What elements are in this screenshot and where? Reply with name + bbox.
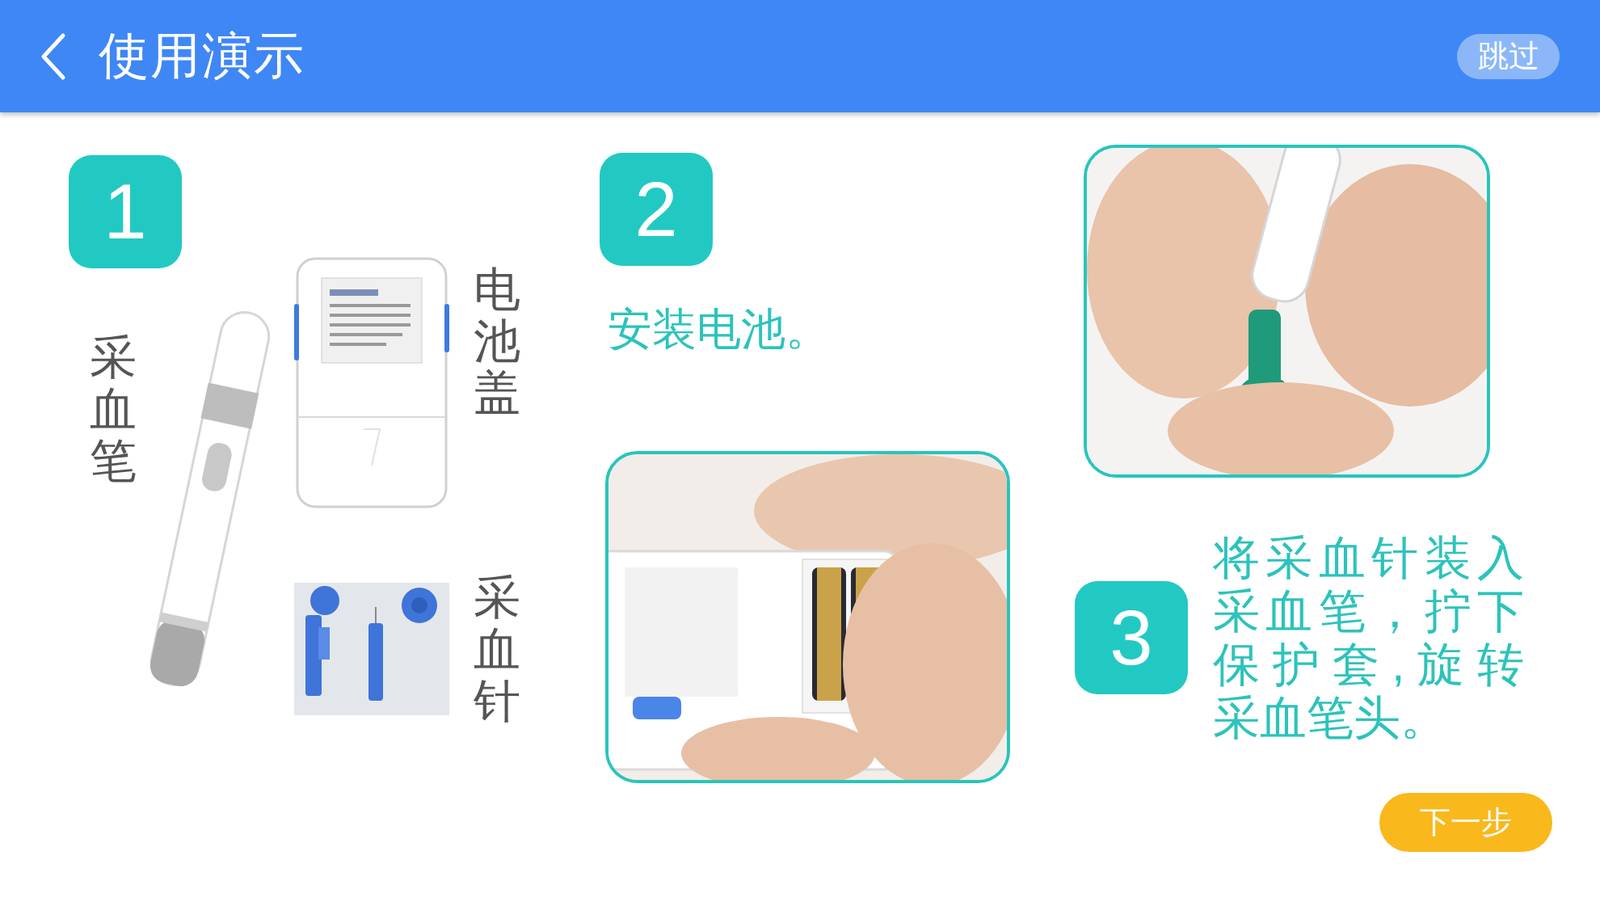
lancet-install-icon [1086,147,1487,475]
battery-photo [605,450,1011,784]
lancing-pen-icon [141,300,279,697]
step-badge: 2 [599,152,713,266]
skip-button[interactable]: 跳过 [1456,33,1560,80]
item-label: 电池盖 [473,263,521,418]
description-line: 采血笔头。 [1212,690,1525,745]
lancet-photo [1083,144,1491,478]
description-line: 采血笔，拧下 [1212,584,1525,638]
next-button[interactable]: 下一步 [1379,792,1553,852]
item-label: 采血针 [473,571,521,726]
battery-install-icon [608,454,1007,780]
description-line: 保护套,旋转 [1212,637,1525,691]
step-description: 安装电池。 [607,302,1011,356]
item-label: 采血笔 [89,331,137,486]
step-number: 3 [1109,598,1153,677]
step-description: 将采血针装入 采血笔，拧下 保护套,旋转 采血笔头。 [1212,530,1525,745]
step-3: 3 将采血针装入 采血笔，拧下 保护套,旋转 采血笔头。 下一步 [1074,144,1560,902]
screen: 使用演示 跳过 1 采血笔 [0,0,1600,902]
step-2: 2 安装电池。 [599,152,1011,902]
glucose-meter-icon [294,255,450,510]
step-number: 2 [634,170,678,249]
step-badge: 3 [1074,581,1188,695]
content: 1 采血笔 [0,112,1600,902]
back-arrow-icon[interactable] [38,32,67,81]
page-title: 使用演示 [98,25,306,86]
description-line: 将采血针装入 [1212,530,1525,585]
step-1: 1 采血笔 [68,155,600,902]
top-bar: 使用演示 跳过 [0,0,1600,113]
step-badge: 1 [68,155,182,269]
lancets-icon [294,582,450,716]
step-number: 1 [103,172,147,251]
